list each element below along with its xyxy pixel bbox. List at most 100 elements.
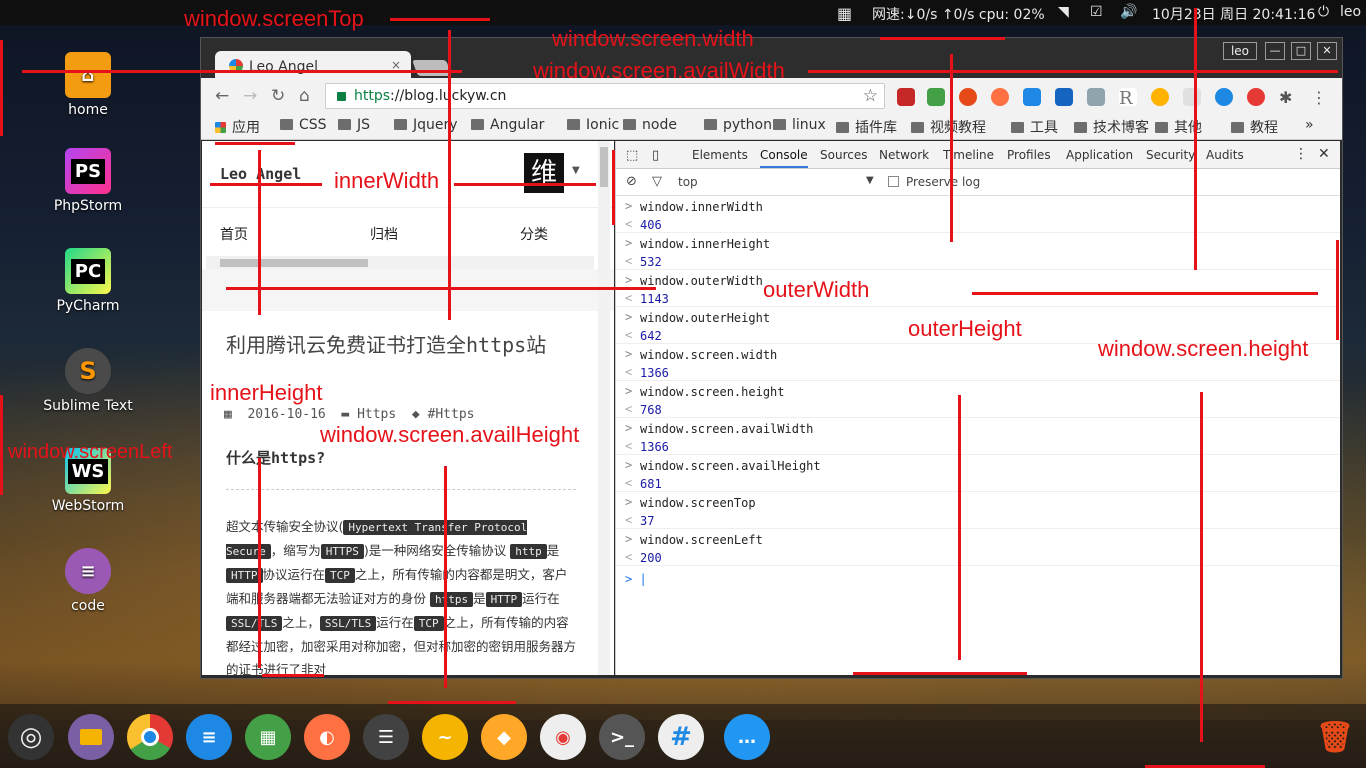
bookmarks-more-icon[interactable]: » <box>1305 117 1314 133</box>
bookmark-9[interactable]: 插件库 <box>836 117 897 137</box>
forward-icon[interactable]: → <box>243 86 257 106</box>
bookmark-11[interactable]: 工具 <box>1011 117 1058 137</box>
site-logo[interactable]: 维 <box>524 153 564 193</box>
desktop-icon-pycharm[interactable]: PC PyCharm <box>40 248 136 314</box>
bookmark-5[interactable]: Ionic <box>567 117 619 133</box>
clipboard-icon[interactable]: ☑ <box>1090 4 1103 20</box>
desktop-icon-code[interactable]: ≡ code <box>40 548 136 614</box>
nav-archive[interactable]: 归档 <box>370 224 398 244</box>
bookmark-star-icon[interactable]: ☆ <box>863 86 878 106</box>
more-icon[interactable]: ⋮ <box>1294 146 1308 162</box>
ubuntu-icon[interactable]: ◎ <box>8 714 54 760</box>
folder-icon <box>394 119 407 130</box>
inspect-icon[interactable]: ⬚ <box>626 148 638 163</box>
weibo-icon[interactable] <box>1151 88 1169 106</box>
devtools-tab-audits[interactable]: Audits <box>1206 148 1244 162</box>
vertical-scrollbar[interactable] <box>598 141 610 675</box>
back-icon[interactable]: ← <box>215 86 229 106</box>
reload-icon[interactable]: ↻ <box>271 86 285 106</box>
filter-icon[interactable]: ▽ <box>652 174 662 189</box>
maximize-icon[interactable]: □ <box>1291 42 1311 60</box>
extension-icon[interactable] <box>959 88 977 106</box>
chrome-icon[interactable] <box>127 714 173 760</box>
preserve-log-checkbox[interactable] <box>888 176 899 187</box>
devtools-tab-security[interactable]: Security <box>1146 148 1195 162</box>
extension-icon[interactable] <box>1183 88 1201 106</box>
extension-icon[interactable] <box>1055 88 1073 106</box>
nav-home[interactable]: 首页 <box>220 224 248 244</box>
horizontal-scrollbar[interactable] <box>206 256 594 270</box>
output-chevron-icon: < <box>625 254 633 268</box>
extension-icon[interactable]: R <box>1119 88 1137 109</box>
nav-category[interactable]: 分类 <box>520 224 548 244</box>
bookmark-2[interactable]: JS <box>338 117 370 133</box>
settings-toggle-icon[interactable]: ◉ <box>540 714 586 760</box>
chat-icon[interactable]: … <box>724 714 770 760</box>
close-devtools-icon[interactable]: ✕ <box>1318 146 1330 162</box>
bookmark-14[interactable]: 教程 <box>1231 117 1278 137</box>
menu-icon[interactable]: ⋮ <box>1311 88 1329 107</box>
console-prompt[interactable]: > | <box>625 572 647 586</box>
extension-icon[interactable] <box>897 88 915 106</box>
devtools-tab-sources[interactable]: Sources <box>820 148 867 162</box>
calc-icon[interactable]: ▦ <box>245 714 291 760</box>
desktop-icon-phpstorm[interactable]: PS PhpStorm <box>40 148 136 214</box>
output-chevron-icon: < <box>625 439 633 453</box>
desktop-icon-sublime[interactable]: S Sublime Text <box>40 348 136 414</box>
volume-icon[interactable]: 🔊 <box>1120 4 1137 20</box>
keyboard-icon[interactable]: ▦ <box>837 4 852 23</box>
address-bar[interactable]: https://blog.luckyw.cn☆ <box>325 83 885 109</box>
bookmark-7[interactable]: python <box>704 117 772 133</box>
minimize-icon[interactable]: — <box>1265 42 1285 60</box>
pinterest-icon[interactable] <box>1247 88 1265 106</box>
apps-icon <box>215 122 226 133</box>
devtools-tab-application[interactable]: Application <box>1066 148 1133 162</box>
mysql-icon[interactable]: ~ <box>422 714 468 760</box>
context-select[interactable]: top <box>678 175 698 189</box>
bookmark-6[interactable]: node <box>623 117 677 133</box>
devtools-tab-elements[interactable]: Elements <box>692 148 748 162</box>
power-icon[interactable]: ⏻ <box>1318 4 1329 20</box>
bookmark-1[interactable]: CSS <box>280 117 327 133</box>
username[interactable]: leo <box>1340 4 1361 20</box>
devtools-tab-console[interactable]: Console <box>760 148 808 168</box>
folder-icon <box>471 119 484 130</box>
devtools-panel: ⬚ ▯ ⋮ ✕ Elements Console Sources Network Tim… <box>615 141 1340 675</box>
console-command: window.screen.height <box>640 385 785 399</box>
hashtag-icon[interactable]: # <box>658 714 704 760</box>
post-title[interactable]: 利用腾讯云免费证书打造全https站 <box>226 331 566 359</box>
desktop-icon-home[interactable]: ⌂ home <box>40 52 136 118</box>
wifi-icon[interactable]: ◥ <box>1058 4 1069 20</box>
terminal-icon[interactable]: >_ <box>599 714 645 760</box>
lock-icon <box>337 92 346 101</box>
extension-icon[interactable] <box>1087 88 1105 106</box>
bookmark-0[interactable]: 应用 <box>215 117 260 137</box>
devtools-tab-network[interactable]: Network <box>879 148 929 162</box>
puzzle-icon[interactable]: ✱ <box>1279 88 1297 107</box>
chevron-down-icon[interactable]: ▼ <box>866 175 874 186</box>
clock[interactable]: 10月23日 周日 20:41:16 <box>1152 4 1315 24</box>
profile-button[interactable]: leo <box>1223 42 1257 60</box>
impress-icon[interactable]: ◐ <box>304 714 350 760</box>
browser-tab[interactable]: Leo Angel × <box>215 51 411 79</box>
new-tab-button[interactable] <box>412 60 452 76</box>
bookmark-4[interactable]: Angular <box>471 117 544 133</box>
writer-icon[interactable]: ≡ <box>186 714 232 760</box>
extension-icon[interactable] <box>991 88 1009 106</box>
store-icon[interactable]: ◆ <box>481 714 527 760</box>
chevron-down-icon[interactable]: ▼ <box>572 165 580 176</box>
trash-icon[interactable]: 🗑 <box>1312 714 1358 760</box>
devtools-tab-profiles[interactable]: Profiles <box>1007 148 1051 162</box>
home-icon[interactable]: ⌂ <box>299 86 310 106</box>
bookmark-12[interactable]: 技术博客 <box>1074 117 1149 137</box>
bookmark-10[interactable]: 视频教程 <box>911 117 986 137</box>
files-icon[interactable] <box>68 714 114 760</box>
extension-icon[interactable] <box>927 88 945 106</box>
extension-icon[interactable] <box>1215 88 1233 106</box>
close-window-icon[interactable]: ✕ <box>1317 42 1337 60</box>
translate-icon[interactable] <box>1023 88 1041 106</box>
bookmark-8[interactable]: linux <box>773 117 826 133</box>
clear-console-icon[interactable]: ⊘ <box>626 174 637 189</box>
device-icon[interactable]: ▯ <box>652 148 659 163</box>
database-icon[interactable]: ☰ <box>363 714 409 760</box>
